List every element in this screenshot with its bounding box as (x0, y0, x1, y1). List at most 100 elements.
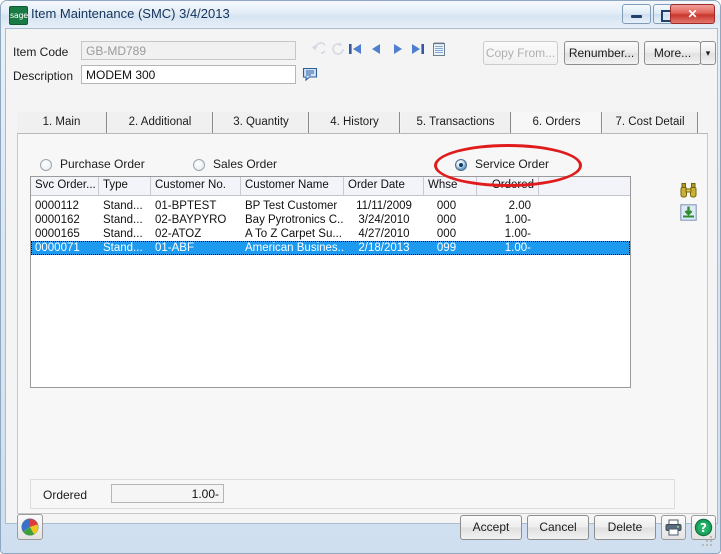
grid-col-customer-name[interactable]: Customer Name (241, 177, 344, 195)
cell-whse: 099 (436, 242, 457, 254)
radio-service-order-indicator (455, 159, 467, 171)
cell-ordered: 1.00- (504, 214, 531, 226)
minimize-button[interactable] (622, 4, 651, 24)
more-button[interactable]: More... (644, 41, 701, 65)
next-record-icon[interactable] (390, 41, 406, 57)
ordered-total-label: Ordered (43, 488, 88, 502)
minimize-icon (623, 5, 650, 23)
print-button[interactable] (661, 515, 686, 540)
resize-grip[interactable] (702, 536, 714, 548)
undo-icon (309, 41, 327, 57)
client-area: Item Code GB-MD789 Description MODEM 300 (5, 28, 718, 524)
item-code-input[interactable]: GB-MD789 (81, 41, 296, 60)
last-record-icon[interactable] (410, 41, 426, 57)
more-label: More... (653, 46, 692, 60)
cell-type: Stand... (103, 214, 143, 226)
cell-order-date: 2/18/2013 (358, 242, 410, 254)
tab-main[interactable]: 1. Main (17, 112, 107, 134)
grid-col-filler (539, 177, 630, 195)
tab-orders[interactable]: 6. Orders (512, 112, 602, 134)
title-bar: sage Item Maintenance (SMC) 3/4/2013 ✕ (1, 1, 720, 28)
orders-panel: Purchase Order Sales Order Service Order… (17, 134, 708, 514)
cell-order-date: 4/27/2010 (358, 228, 410, 240)
cell-type: Stand... (103, 242, 143, 254)
renumber-button[interactable]: Renumber... (564, 41, 639, 65)
radio-purchase-order-indicator (40, 159, 52, 171)
memo-icon[interactable] (431, 41, 447, 57)
table-row[interactable]: 0000165 Stand... 02-ATOZ A To Z Carpet S… (31, 227, 630, 241)
grid-col-ordered[interactable]: Ordered (477, 177, 539, 195)
delete-button[interactable]: Delete (594, 515, 656, 540)
tab-quantity[interactable]: 3. Quantity (214, 112, 309, 134)
cell-ordered: 2.00 (508, 200, 531, 212)
application-window: sage Item Maintenance (SMC) 3/4/2013 ✕ I… (0, 0, 721, 554)
cell-svc-order: 0000162 (35, 214, 80, 226)
accept-label: Accept (472, 520, 510, 534)
footer-bar: Accept Cancel Delete ? (5, 506, 718, 551)
export-to-excel-icon[interactable] (680, 204, 697, 221)
radio-purchase-order-label: Purchase Order (60, 157, 145, 171)
cell-svc-order: 0000071 (35, 242, 80, 254)
totals-group: Ordered 1.00- (30, 479, 675, 509)
cell-customer-name: BP Test Customer (245, 200, 338, 212)
tab-transactions[interactable]: 5. Transactions (401, 112, 511, 134)
grid-col-customer-no[interactable]: Customer No. (151, 177, 241, 195)
close-icon: ✕ (687, 7, 698, 21)
window-title: Item Maintenance (SMC) 3/4/2013 (31, 6, 230, 21)
table-row[interactable]: 0000162 Stand... 02-BAYPYRO Bay Pyrotron… (31, 213, 630, 227)
table-row-selected[interactable]: 0000071 Stand... 01-ABF American Busines… (31, 241, 630, 255)
binoculars-search-icon[interactable] (680, 182, 697, 199)
chevron-down-icon: ▾ (705, 48, 711, 58)
cancel-button[interactable]: Cancel (527, 515, 589, 540)
ordered-total-value: 1.00- (111, 484, 224, 503)
cell-type: Stand... (103, 228, 143, 240)
grid-col-svc-order[interactable]: Svc Order... (31, 177, 99, 195)
radio-service-order-label: Service Order (475, 157, 550, 171)
delete-label: Delete (607, 520, 643, 534)
comment-bubble-icon[interactable] (302, 66, 318, 82)
copy-from-button[interactable]: Copy From... (483, 41, 558, 65)
accept-button[interactable]: Accept (460, 515, 522, 540)
business-insights-button[interactable] (17, 514, 43, 540)
cell-svc-order: 0000165 (35, 228, 80, 240)
grid-col-type[interactable]: Type (99, 177, 151, 195)
close-button[interactable]: ✕ (670, 4, 715, 24)
tab-history[interactable]: 4. History (310, 112, 400, 134)
grid-header-row: Svc Order... Type Customer No. Customer … (31, 177, 630, 196)
svg-text:?: ? (700, 521, 707, 535)
cell-customer-name: Bay Pyrotronics C... (245, 214, 344, 226)
radio-sales-order-indicator (193, 159, 205, 171)
cell-customer-no: 02-ATOZ (155, 228, 202, 240)
description-input[interactable]: MODEM 300 (81, 65, 296, 84)
cell-customer-no: 01-ABF (155, 242, 194, 254)
grid-col-order-date[interactable]: Order Date (344, 177, 424, 195)
previous-record-icon[interactable] (368, 41, 384, 57)
cell-customer-name: A To Z Carpet Su... (245, 228, 342, 240)
tab-cost-detail[interactable]: 7. Cost Detail (603, 112, 698, 134)
cell-order-date: 11/11/2009 (356, 200, 412, 212)
radio-sales-order-label: Sales Order (213, 157, 278, 171)
cell-customer-no: 02-BAYPYRO (155, 214, 227, 226)
tab-bar: 1. Main 2. Additional 3. Quantity 4. His… (17, 112, 708, 134)
cell-ordered: 1.00- (504, 242, 531, 254)
more-dropdown-button[interactable]: ▾ (700, 41, 716, 65)
refresh-icon (330, 41, 346, 57)
table-row[interactable]: 0000112 Stand... 01-BPTEST BP Test Custo… (31, 199, 630, 213)
first-record-icon[interactable] (347, 41, 363, 57)
cell-whse: 000 (436, 228, 457, 240)
cell-svc-order: 0000112 (35, 200, 79, 212)
orders-grid[interactable]: Svc Order... Type Customer No. Customer … (30, 176, 631, 388)
cell-whse: 000 (436, 200, 457, 212)
cell-customer-no: 01-BPTEST (155, 200, 217, 212)
cell-customer-name: American Busines... (245, 242, 344, 254)
tab-additional[interactable]: 2. Additional (108, 112, 213, 134)
cell-order-date: 3/24/2010 (358, 214, 410, 226)
cell-whse: 000 (436, 214, 457, 226)
renumber-label: Renumber... (568, 46, 635, 60)
sage-logo-icon: sage (9, 6, 28, 25)
description-label: Description (13, 69, 74, 83)
item-code-label: Item Code (13, 45, 69, 59)
grid-col-whse[interactable]: Whse (424, 177, 477, 195)
cell-type: Stand... (103, 200, 143, 212)
copy-from-label: Copy From... (485, 46, 556, 60)
